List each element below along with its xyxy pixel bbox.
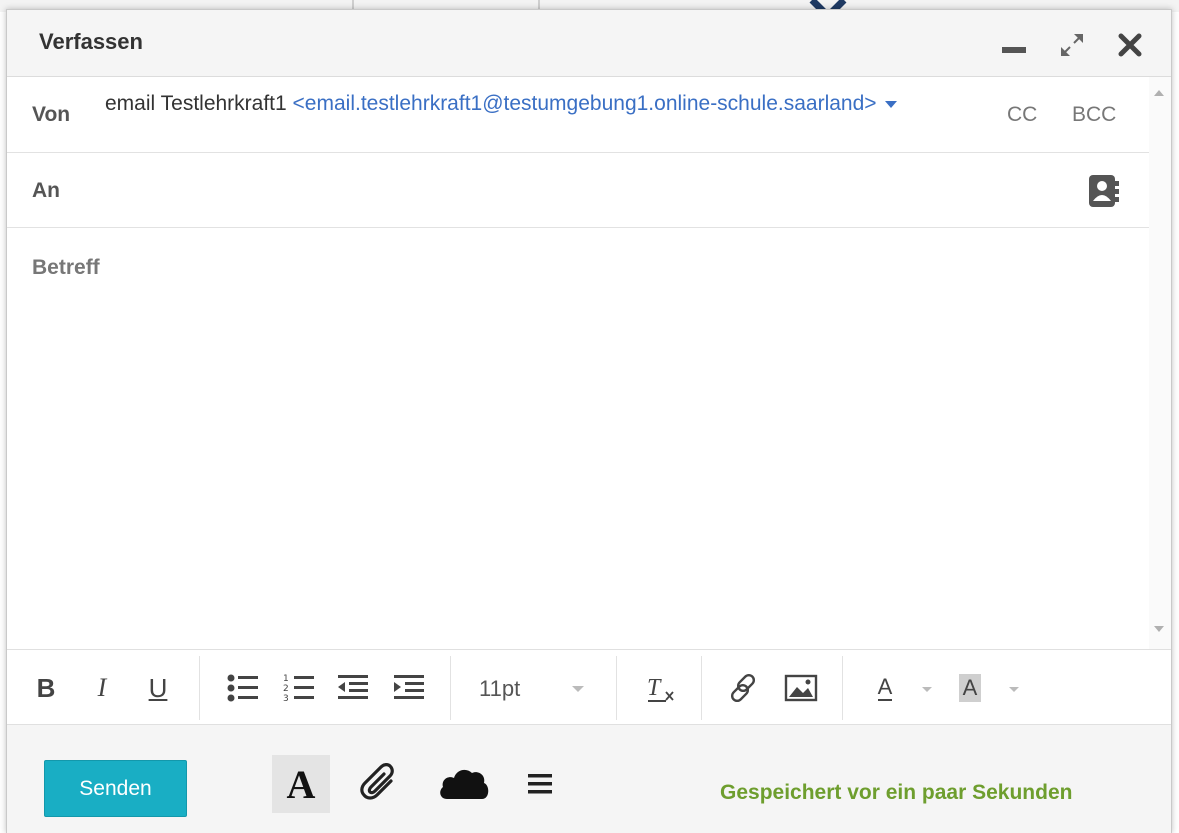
send-button[interactable]: Senden <box>44 760 187 817</box>
paperclip-icon[interactable] <box>353 755 411 813</box>
to-row[interactable]: An <box>7 153 1149 228</box>
bold-button[interactable]: B <box>31 670 61 706</box>
dialog-title: Verfassen <box>39 29 143 54</box>
toolbar-divider <box>450 656 451 720</box>
minimize-icon[interactable] <box>999 30 1029 60</box>
chevron-down-icon <box>572 686 584 692</box>
text-color-button[interactable]: A <box>867 670 903 706</box>
image-icon[interactable] <box>783 670 819 706</box>
toolbar-divider <box>842 656 843 720</box>
font-icon: A <box>286 761 316 807</box>
svg-text:2: 2 <box>283 684 289 694</box>
maximize-icon[interactable] <box>1057 30 1087 60</box>
from-label: Von <box>32 103 71 126</box>
cc-button[interactable]: CC <box>1007 103 1037 127</box>
font-size-select[interactable]: 11pt <box>467 670 592 706</box>
address-book-icon[interactable] <box>1087 173 1121 209</box>
cloud-icon[interactable] <box>435 755 493 813</box>
subject-field[interactable]: Betreff <box>32 256 100 280</box>
toolbar-divider <box>199 656 200 720</box>
link-icon[interactable] <box>727 670 763 706</box>
sender-selector[interactable]: email Testlehrkraft1 <email.testlehrkraf… <box>105 87 905 120</box>
text-color-glyph: A <box>877 674 893 701</box>
underline-button[interactable]: U <box>143 670 173 706</box>
outdent-icon[interactable] <box>335 670 371 706</box>
save-status: Gespeichert vor ein paar Sekunden <box>720 781 1073 804</box>
compose-footer: Senden A Gespeichert vor ein paar Sekund… <box>7 725 1171 833</box>
from-row: Von email Testlehrkraft1 <email.testlehr… <box>7 77 1149 153</box>
svg-text:T: T <box>647 675 662 701</box>
scroll-up-icon[interactable] <box>1154 90 1164 96</box>
to-label: An <box>32 179 60 202</box>
toolbar-divider <box>701 656 702 720</box>
toolbar-divider <box>616 656 617 720</box>
bcc-button[interactable]: BCC <box>1072 103 1116 127</box>
indent-icon[interactable] <box>391 670 427 706</box>
chevron-down-icon[interactable] <box>922 687 932 692</box>
clear-formatting-icon[interactable]: T <box>642 670 678 706</box>
scrollbar[interactable] <box>1149 77 1171 649</box>
font-size-value: 11pt <box>479 676 521 701</box>
bullet-list-icon[interactable] <box>225 670 261 706</box>
formatting-toolbar: B I U 1 2 3 11pt T A A <box>7 649 1171 725</box>
scroll-down-icon[interactable] <box>1154 626 1164 632</box>
highlight-glyph: A <box>958 674 982 702</box>
italic-button[interactable]: I <box>87 670 117 706</box>
compose-dialog: Verfassen Von email Testlehrkraft1 <emai… <box>6 9 1172 833</box>
numbered-list-icon[interactable]: 1 2 3 <box>281 670 317 706</box>
close-icon[interactable] <box>1115 30 1145 60</box>
chevron-down-icon[interactable] <box>1009 687 1019 692</box>
menu-icon[interactable] <box>510 755 568 813</box>
svg-text:3: 3 <box>283 694 289 704</box>
sender-address[interactable]: <email.testlehrkraft1@testumgebung1.onli… <box>293 92 877 115</box>
highlight-color-button[interactable]: A <box>952 670 988 706</box>
sender-name: email Testlehrkraft1 <box>105 92 287 115</box>
chevron-down-icon[interactable] <box>884 100 897 108</box>
title-bar: Verfassen <box>7 10 1171 77</box>
svg-text:1: 1 <box>283 674 289 684</box>
formatting-toggle-button[interactable]: A <box>272 755 330 813</box>
